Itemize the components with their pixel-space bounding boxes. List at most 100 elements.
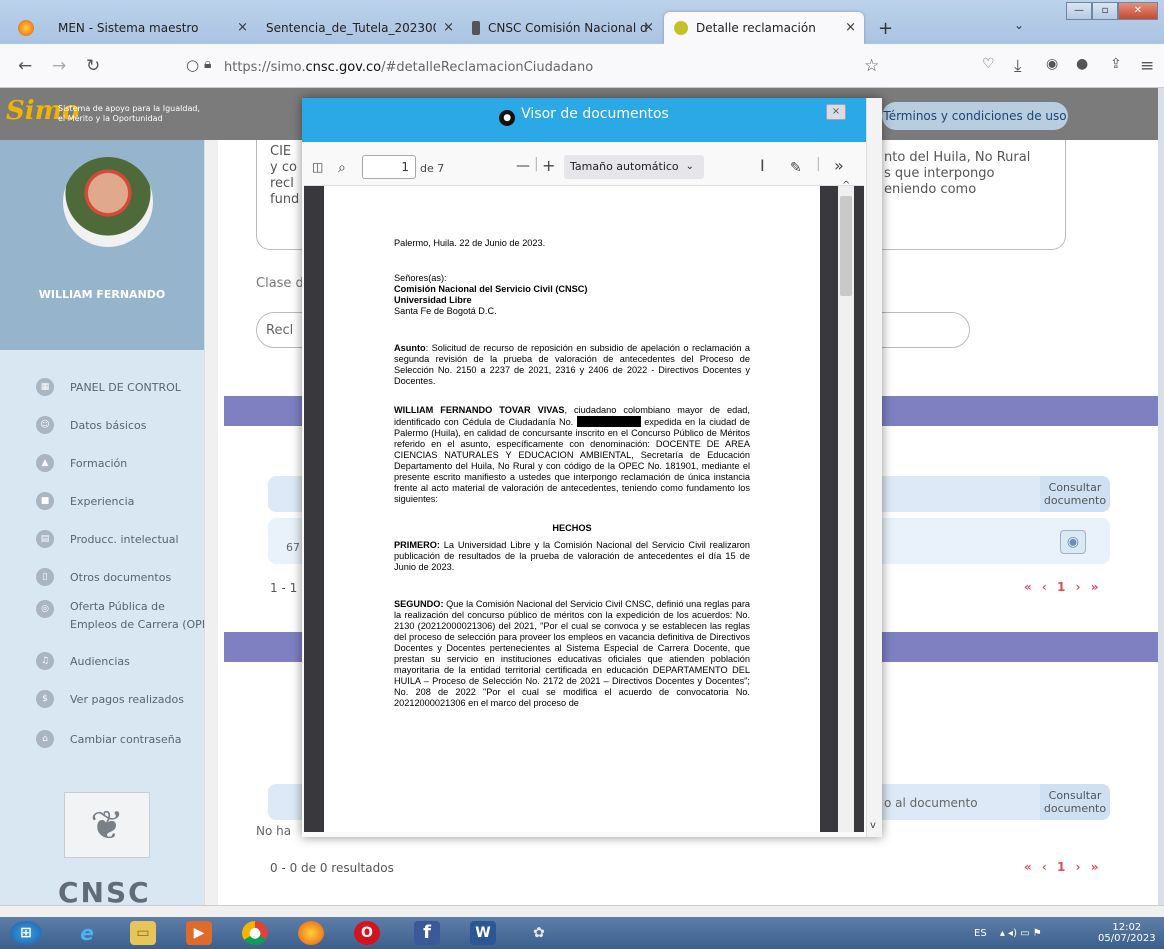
doc-segundo-text: Que la Comisión Nacional del Servicio Ci…: [394, 599, 750, 708]
clase-label: Clase d: [256, 276, 304, 291]
opera-icon[interactable]: O: [354, 921, 380, 945]
sidebar-item-label: Formación: [70, 456, 128, 470]
ie-icon[interactable]: e: [74, 921, 100, 945]
firefox-taskbar-icon[interactable]: [298, 921, 324, 945]
new-tab-button[interactable]: +: [878, 18, 893, 39]
downloads-icon[interactable]: ⤓: [1014, 56, 1022, 76]
close-icon[interactable]: ×: [643, 20, 654, 35]
search-icon[interactable]: ⌕: [338, 160, 346, 176]
pocket-icon[interactable]: ♡: [982, 56, 995, 72]
zoom-out-button[interactable]: —: [516, 158, 530, 174]
cnsc-favicon-icon: [472, 21, 480, 35]
modal-title-text: Visor de documentos: [521, 106, 669, 122]
url-bar[interactable]: https://simo.cnsc.gov.co/#detalleReclama…: [224, 60, 593, 75]
sidebar-item-opec[interactable]: ◎ Oferta Pública de Empleos de Carrera (O…: [36, 598, 221, 634]
clock-time: 12:02: [1112, 922, 1142, 933]
cnsc-logo-text: CNSC: [58, 876, 151, 906]
pager-2[interactable]: « ‹ 1 › »: [1024, 860, 1101, 874]
maximize-button[interactable]: ▫: [1092, 2, 1118, 20]
text-cursor-icon[interactable]: I: [760, 156, 765, 175]
word-icon[interactable]: W: [470, 921, 496, 945]
tab-list-chevron-icon[interactable]: ⌄: [1014, 18, 1024, 32]
results-count-2: 0 - 0 de 0 resultados: [270, 861, 394, 875]
sidebar-toggle-icon[interactable]: ◫: [312, 160, 323, 174]
doc-intro: WILLIAM FERNANDO TOVAR VIVAS, ciudadano …: [394, 405, 750, 505]
people-icon: ☺: [36, 416, 54, 434]
sidebar-item-panel-control[interactable]: ▦ PANEL DE CONTROL: [36, 378, 181, 396]
text-fragment: s que interpongo: [884, 166, 995, 181]
sidebar-item-datos-basicos[interactable]: ☺ Datos básicos: [36, 416, 147, 434]
minimize-button[interactable]: —: [1066, 2, 1092, 20]
firefox-icon[interactable]: [18, 20, 34, 36]
sidebar-item-experiencia[interactable]: ■ Experiencia: [36, 492, 134, 510]
sidebar-item-cambiar-contrasena[interactable]: ⌂ Cambiar contraseña: [36, 730, 181, 748]
share-icon[interactable]: ⇪: [1110, 56, 1122, 72]
more-tools-button[interactable]: »: [834, 156, 844, 175]
tray-icons[interactable]: ▴ ◂) ▭ ⚑: [1000, 928, 1042, 939]
text-fragment: CIE: [270, 144, 292, 159]
sidebar-item-formacion[interactable]: ▲ Formación: [36, 454, 127, 472]
window-controls: — ▫ ✕: [1066, 2, 1158, 20]
chrome-icon[interactable]: ●: [242, 921, 268, 945]
page-number-input[interactable]: 1: [362, 155, 416, 179]
tab-label: CNSC Comisión Nacional del S: [488, 21, 648, 35]
start-button[interactable]: ⊞: [10, 921, 42, 945]
zoom-in-button[interactable]: +: [542, 156, 555, 175]
account-icon[interactable]: ◉: [1046, 56, 1058, 72]
text-fragment: eniendo como: [884, 182, 977, 197]
sidebar-item-label: PANEL DE CONTROL: [70, 380, 181, 394]
close-icon[interactable]: ×: [443, 20, 454, 35]
menu-icon[interactable]: ≡: [1140, 56, 1154, 76]
modal-scrollbar[interactable]: [866, 98, 882, 837]
modal-close-button[interactable]: ×: [826, 104, 846, 120]
paint-icon[interactable]: ✿: [526, 921, 552, 945]
lock-icon[interactable]: 🔒︎: [204, 56, 211, 72]
scroll-down-chevron-icon[interactable]: v: [870, 820, 876, 831]
avatar: [63, 157, 153, 247]
sidebar-item-otros-documentos[interactable]: ▯ Otros documentos: [36, 568, 171, 586]
doc-segundo-label: SEGUNDO:: [394, 599, 444, 609]
clock-date: 05/07/2023: [1098, 933, 1156, 944]
reload-icon[interactable]: ↻: [86, 56, 100, 76]
extension-icon[interactable]: ●: [1076, 56, 1088, 72]
pdf-scrollbar-thumb[interactable]: [840, 196, 852, 296]
text-fragment: fund: [270, 192, 300, 207]
media-player-icon[interactable]: ▶: [186, 921, 212, 945]
sidebar-item-label: Otros documentos: [70, 570, 172, 584]
text-fragment: nto del Huila, No Rural: [884, 150, 1031, 165]
tab-men-sistema[interactable]: MEN - Sistema maestro ×: [48, 12, 256, 44]
sidebar-item-pagos[interactable]: $ Ver pagos realizados: [36, 690, 184, 708]
file-explorer-icon[interactable]: ▭: [130, 921, 156, 945]
sidebar-item-label: Empleos de Carrera (OPEC): [70, 618, 221, 631]
toolbar-separator: |: [534, 156, 539, 172]
doc-primero-text: La Universidad Libre y la Comisión Nacio…: [394, 540, 750, 572]
language-indicator[interactable]: ES: [974, 928, 987, 939]
sidebar-scrollbar[interactable]: [204, 140, 218, 905]
forward-arrow-icon[interactable]: →: [52, 56, 66, 76]
doc-asunto: Asunto: Solicitud de recurso de reposici…: [394, 343, 750, 387]
horizontal-scrollbar[interactable]: [0, 905, 1164, 917]
close-icon[interactable]: ×: [845, 20, 856, 35]
clock[interactable]: 12:02 05/07/2023: [1098, 922, 1156, 944]
close-icon[interactable]: ×: [237, 20, 248, 35]
tab-cnsc[interactable]: CNSC Comisión Nacional del S ×: [462, 12, 662, 44]
sidebar-item-label: Cambiar contraseña: [70, 732, 182, 746]
draw-pencil-icon[interactable]: ✎: [790, 160, 802, 176]
shield-icon[interactable]: ○: [186, 56, 199, 74]
sidebar-item-producc-intelectual[interactable]: ▤ Producc. intelectual: [36, 530, 179, 548]
chevron-down-icon: ⌄: [685, 161, 694, 172]
terms-button[interactable]: Términos y condiciones de uso: [882, 102, 1068, 130]
zoom-select[interactable]: Tamaño automático ⌄: [564, 155, 704, 179]
pdf-page: Palermo, Huila. 22 de Junio de 2023. Señ…: [324, 186, 820, 832]
facebook-icon[interactable]: f: [414, 921, 440, 945]
back-arrow-icon[interactable]: ←: [18, 56, 32, 76]
tab-detalle-reclamacion[interactable]: Detalle reclamación ×: [664, 12, 864, 44]
bookmark-star-icon[interactable]: ☆: [864, 56, 879, 76]
tab-sentencia[interactable]: Sentencia_de_Tutela_202300203_Mo ×: [256, 12, 462, 44]
doc-intro-text-2: expedida en la ciudad de Palermo (Huila)…: [394, 417, 750, 504]
window-close-button[interactable]: ✕: [1118, 2, 1158, 20]
view-document-button[interactable]: ◉: [1060, 530, 1086, 554]
sidebar-item-audiencias[interactable]: ♫ Audiencias: [36, 652, 130, 670]
scroll-up-chevron-icon[interactable]: ^: [842, 180, 850, 191]
pager-1[interactable]: « ‹ 1 › »: [1024, 580, 1101, 594]
